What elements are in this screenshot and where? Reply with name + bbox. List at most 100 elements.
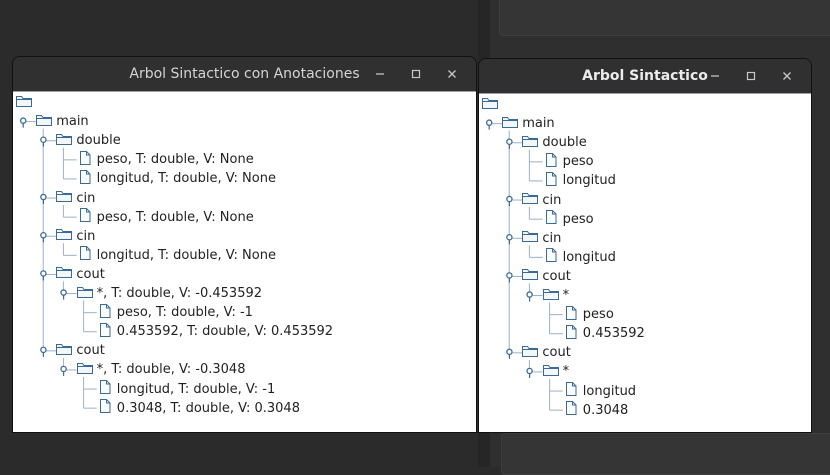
expand-handle-icon[interactable] [60,365,67,376]
tree-node-leaf[interactable]: longitud [562,382,636,401]
expand-handle-icon[interactable] [40,346,47,357]
tree-node-leaf[interactable]: 0.453592 [562,324,645,343]
titlebar[interactable]: Arbol Sintactico con Anotaciones [13,57,476,91]
expand-handle-icon[interactable] [506,195,513,207]
tree-node-folder[interactable]: cin [521,191,561,210]
tree-node-leaf[interactable]: peso, T: double, V: None [76,208,254,227]
expand-handle-icon[interactable] [40,270,47,281]
window-title: Arbol Sintactico con Anotaciones [129,66,360,82]
folder-icon [76,284,94,304]
tree-node-label: cin [76,228,96,244]
minimize-icon[interactable] [697,59,733,93]
folder-icon [521,343,539,363]
tree-node-leaf[interactable]: longitud [542,248,616,267]
folder-icon [521,133,539,153]
file-icon [542,171,560,191]
minimize-icon[interactable] [362,57,398,91]
tree-node-folder[interactable]: double [521,133,587,153]
file-icon [96,398,114,418]
tree-node-label: cout [542,268,571,284]
background-panel-bottom [501,433,830,475]
tree-node-folder[interactable]: * [542,286,570,306]
tree-node-label: *, T: double, V: -0.453592 [96,286,263,301]
tree-node-folder[interactable] [15,93,33,112]
expand-handle-icon[interactable] [506,233,513,245]
expand-handle-icon[interactable] [506,348,513,359]
file-icon [76,150,94,170]
tree-node-folder[interactable]: main [501,114,555,134]
maximize-icon[interactable] [398,57,434,91]
maximize-icon[interactable] [733,59,769,93]
folder-icon [501,114,519,134]
tree-node-label: cin [542,230,562,246]
tree-node-leaf[interactable]: peso, T: double, V: -1 [96,303,253,322]
expand-handle-icon[interactable] [40,136,47,147]
expand-handle-icon[interactable] [506,138,513,149]
tree-node-label: longitud, T: double, V: None [96,247,276,263]
folder-icon [55,226,73,246]
tree-node-leaf[interactable]: longitud [542,171,616,190]
tree-node-leaf[interactable]: longitud, T: double, V: None [76,169,276,188]
tree-node-label: longitud [562,249,616,265]
tree-node-folder[interactable]: cout [521,343,571,363]
file-icon [562,305,580,325]
tree-node-folder[interactable]: cout [55,341,105,360]
tree-node-label: 0.3048, T: double, V: 0.3048 [116,400,300,416]
expand-handle-icon[interactable] [485,119,493,130]
expand-handle-icon[interactable] [526,367,533,378]
file-icon [542,152,560,172]
tree-node-label: peso, T: double, V: None [96,209,254,225]
expand-handle-icon[interactable] [506,272,513,283]
tree-node-label: 0.3048 [582,402,629,418]
file-icon [562,400,580,420]
syntax-tree: main double peso longitud cin peso cin longitud… [479,94,811,432]
file-icon [76,245,94,265]
tree-node-folder[interactable] [481,95,499,114]
folder-icon [542,286,560,306]
folder-icon [521,190,539,210]
tree-node-leaf[interactable]: peso [542,152,594,171]
expand-handle-icon[interactable] [526,291,533,302]
expand-handle-icon[interactable] [40,231,47,243]
tree-node-folder[interactable]: cin [521,229,561,248]
syntax-tree-window: Arbol Sintactico main double peso longitud c… [478,58,812,433]
file-icon [96,379,114,399]
close-icon[interactable] [434,57,470,91]
tree-node-folder[interactable]: double [55,131,121,150]
tree-node-folder[interactable]: main [35,112,89,132]
tree-node-leaf[interactable]: peso [542,210,594,229]
tree-node-label: cout [76,343,105,359]
titlebar[interactable]: Arbol Sintactico [479,59,811,93]
tree-node-label: * [562,288,570,303]
tree-node-label: longitud [582,383,637,399]
tree-node-leaf[interactable]: 0.453592, T: double, V: 0.453592 [96,322,333,341]
tree-panel: main double peso, T: double, V: None longit… [13,91,476,432]
expand-handle-icon[interactable] [40,193,47,205]
file-icon [96,322,114,342]
annotated-tree-window: Arbol Sintactico con Anotaciones main dou… [12,56,477,433]
tree-node-folder[interactable]: cout [521,267,571,286]
tree-node-leaf[interactable]: longitud, T: double, V: -1 [96,380,275,399]
tree-node-folder[interactable]: cout [55,265,105,284]
close-icon[interactable] [769,59,805,93]
tree-node-folder[interactable]: *, T: double, V: -0.3048 [76,360,245,379]
file-icon [542,247,560,267]
tree-node-leaf[interactable]: peso, T: double, V: None [76,150,254,169]
tree-node-folder[interactable]: cin [55,227,95,246]
folder-icon [55,188,73,208]
folder-icon [35,112,53,132]
file-icon [542,209,560,229]
tree-node-leaf[interactable]: 0.3048 [562,400,629,420]
expand-handle-icon[interactable] [19,117,27,128]
tree-node-folder[interactable]: *, T: double, V: -0.453592 [76,284,262,303]
expand-handle-icon[interactable] [60,289,67,300]
tree-node-leaf[interactable]: longitud, T: double, V: None [76,246,276,265]
tree-node-folder[interactable]: cin [55,189,95,208]
tree-node-leaf[interactable]: peso [562,305,614,324]
tree-node-label: cout [542,345,571,361]
tree-node-leaf[interactable]: 0.3048, T: double, V: 0.3048 [96,399,300,418]
tree-node-label: main [522,116,555,132]
tree-node-label: peso [582,307,614,323]
tree-node-folder[interactable]: * [542,362,569,381]
tree-node-label: cin [542,192,562,208]
